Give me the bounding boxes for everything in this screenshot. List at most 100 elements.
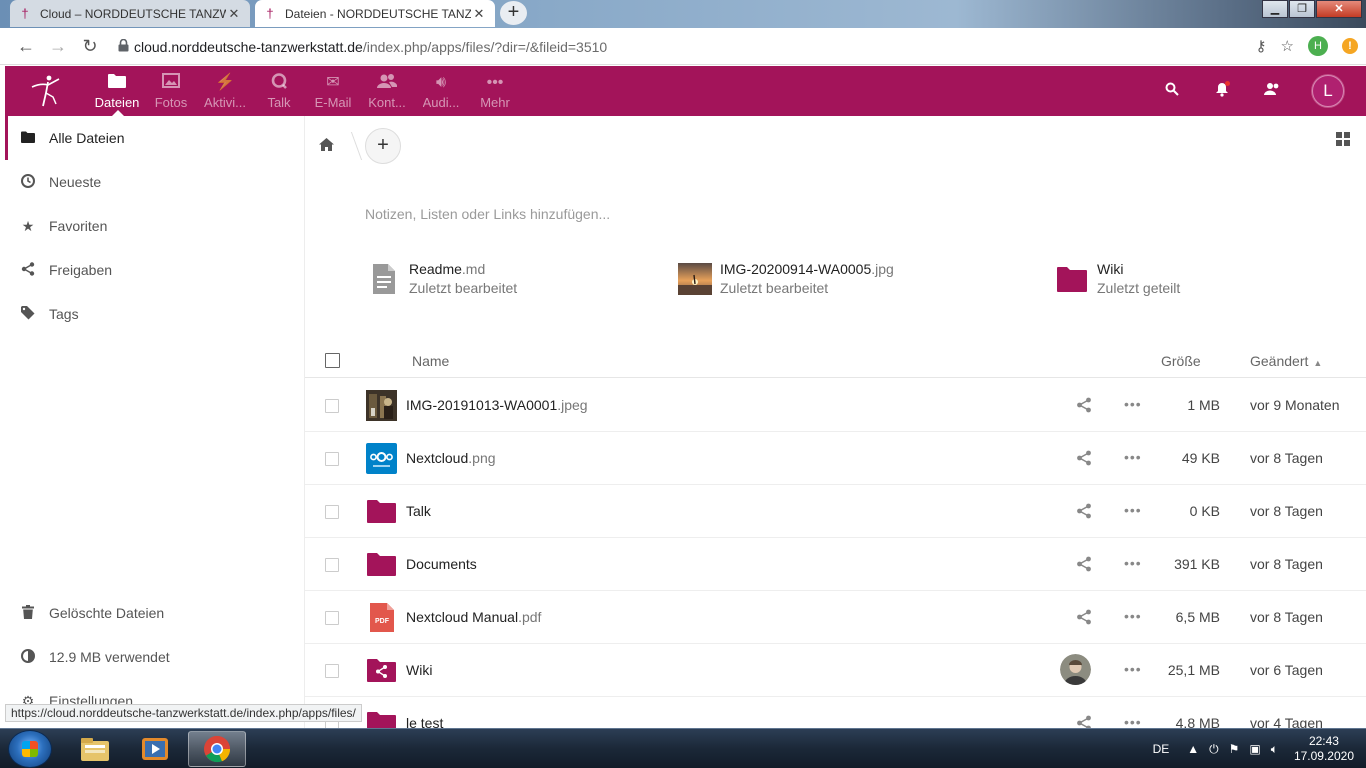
app-label: E-Mail — [314, 94, 352, 110]
row-checkbox[interactable] — [325, 399, 339, 413]
start-button[interactable] — [8, 730, 52, 768]
share-icon[interactable] — [1076, 609, 1092, 625]
new-tab-button[interactable]: + — [500, 1, 527, 25]
user-avatar[interactable]: L — [1312, 75, 1344, 107]
grid-view-toggle-icon[interactable] — [1336, 132, 1350, 146]
tag-icon — [19, 305, 37, 323]
taskbar-explorer[interactable] — [66, 731, 124, 767]
column-modified[interactable]: Geändert ▲ — [1250, 353, 1322, 369]
row-checkbox[interactable] — [325, 611, 339, 625]
system-clock[interactable]: 22:43 17.09.2020 — [1294, 734, 1354, 764]
app-navigation: Dateien Fotos ⚡ Aktivi... Talk ✉ E-Mail — [90, 66, 522, 116]
row-checkbox[interactable] — [325, 452, 339, 466]
close-tab-icon[interactable]: ✕ — [226, 6, 242, 22]
notifications-bell-icon[interactable] — [1212, 80, 1232, 101]
new-file-button[interactable]: + — [365, 128, 401, 164]
share-icon[interactable] — [1076, 450, 1092, 466]
file-explorer-icon — [81, 738, 109, 761]
close-window-button[interactable]: ✕ — [1316, 0, 1362, 18]
app-dateien[interactable]: Dateien — [90, 66, 144, 116]
close-tab-icon[interactable]: ✕ — [471, 6, 487, 22]
app-aktivitaet[interactable]: ⚡ Aktivi... — [198, 66, 252, 116]
language-indicator[interactable]: DE — [1153, 742, 1170, 756]
app-label: Dateien — [94, 94, 140, 110]
rich-workspace-placeholder[interactable]: Notizen, Listen oder Links hinzufügen... — [365, 206, 610, 222]
shared-by-avatar[interactable] — [1060, 654, 1091, 685]
update-alert-icon[interactable]: ! — [1342, 38, 1358, 54]
file-name: Nextcloud — [406, 450, 469, 466]
home-icon[interactable] — [319, 137, 335, 155]
action-center-flag-icon[interactable]: ⚑ — [1229, 742, 1240, 757]
sidebar-item-neueste[interactable]: Neueste — [5, 160, 304, 204]
share-icon[interactable] — [1076, 715, 1092, 728]
table-row[interactable]: PDF Nextcloud Manual.pdf ••• 6,5 MB vor … — [305, 591, 1366, 644]
share-icon[interactable] — [1076, 397, 1092, 413]
show-hidden-icons-chevron-icon[interactable]: ▲ — [1187, 742, 1199, 757]
file-ext: .jpeg — [557, 397, 588, 413]
key-icon[interactable]: ⚷ — [1256, 37, 1267, 55]
browser-toolbar: ← → ↻ cloud.norddeutsche-tanzwerkstatt.d… — [0, 28, 1366, 65]
contacts-menu-icon[interactable] — [1262, 82, 1282, 100]
table-row[interactable]: Nextcloud.png ••• 49 KB vor 8 Tagen — [305, 432, 1366, 485]
browser-tab-dateien[interactable]: † Dateien - NORDDEUTSCHE TANZ ✕ — [255, 0, 495, 27]
file-size: 6,5 MB — [1175, 609, 1220, 625]
address-bar[interactable]: cloud.norddeutsche-tanzwerkstatt.de/inde… — [112, 32, 1302, 61]
power-tray-icon[interactable]: ⏻ — [1209, 742, 1219, 757]
share-icon[interactable] — [1076, 503, 1092, 519]
recent-item[interactable]: Readme.md Zuletzt bearbeitet — [367, 261, 517, 296]
file-size: 4,8 MB — [1175, 715, 1220, 728]
table-row[interactable]: Talk ••• 0 KB vor 8 Tagen — [305, 485, 1366, 538]
sunset-image-thumbnail — [678, 262, 712, 295]
row-checkbox[interactable] — [325, 558, 339, 572]
back-arrow-icon[interactable]: ← — [10, 36, 42, 57]
text-file-icon — [373, 263, 395, 294]
network-icon[interactable]: ▣ — [1249, 742, 1260, 757]
column-modified-label: Geändert — [1250, 353, 1309, 369]
app-label: Mehr — [480, 94, 510, 110]
maximize-button[interactable]: ❐ — [1289, 0, 1315, 18]
volume-icon[interactable]: 🔈︎ — [1271, 742, 1278, 757]
column-name[interactable]: Name — [412, 353, 449, 369]
app-fotos[interactable]: Fotos — [144, 66, 198, 116]
profile-extension-icon[interactable]: H — [1308, 36, 1328, 56]
recent-item[interactable]: Wiki Zuletzt geteilt — [1055, 261, 1180, 296]
folder-icon — [367, 553, 396, 576]
app-mehr[interactable]: ••• Mehr — [468, 66, 522, 116]
table-row[interactable]: Wiki ••• 25,1 MB vor 6 Tagen — [305, 644, 1366, 697]
table-row[interactable]: IMG-20191013-WA0001.jpeg ••• 1 MB vor 9 … — [305, 379, 1366, 432]
sidebar-item-label: Favoriten — [49, 218, 108, 234]
app-email[interactable]: ✉ E-Mail — [306, 66, 360, 116]
select-all-checkbox[interactable] — [325, 353, 340, 368]
table-row[interactable]: le test ••• 4,8 MB vor 4 Tagen — [305, 697, 1366, 728]
sidebar-item-quota[interactable]: 12.9 MB verwendet — [5, 635, 305, 679]
share-icon[interactable] — [1076, 556, 1092, 572]
taskbar-media-player[interactable] — [126, 731, 184, 767]
app-kontakte[interactable]: Kont... — [360, 66, 414, 116]
dancer-logo-icon[interactable] — [29, 73, 65, 109]
sidebar-item-geloeschte-dateien[interactable]: Gelöschte Dateien — [5, 591, 305, 635]
file-modified: vor 8 Tagen — [1250, 609, 1323, 625]
row-checkbox[interactable] — [325, 505, 339, 519]
app-talk[interactable]: Talk — [252, 66, 306, 116]
search-icon[interactable] — [1162, 82, 1182, 100]
taskbar-chrome[interactable] — [188, 731, 246, 767]
minimize-button[interactable]: ▁ — [1262, 0, 1288, 18]
sidebar-item-freigaben[interactable]: Freigaben — [5, 248, 304, 292]
recent-reason: Zuletzt bearbeitet — [720, 280, 829, 296]
forward-arrow-icon[interactable]: → — [42, 36, 74, 57]
app-audio[interactable]: 🔊︎ Audi... — [414, 66, 468, 116]
app-label: Fotos — [154, 94, 188, 110]
table-row[interactable]: Documents ••• 391 KB vor 8 Tagen — [305, 538, 1366, 591]
bookmark-star-icon[interactable]: ☆ — [1281, 37, 1294, 55]
sidebar-item-alle-dateien[interactable]: Alle Dateien — [5, 116, 304, 160]
file-size: 0 KB — [1189, 503, 1220, 519]
reload-icon[interactable]: ↻ — [74, 36, 106, 57]
column-size[interactable]: Größe — [1161, 353, 1201, 369]
sidebar-item-tags[interactable]: Tags — [5, 292, 304, 336]
app-label: Aktivi... — [204, 94, 246, 110]
breadcrumb-separator — [337, 132, 363, 160]
sidebar-item-favoriten[interactable]: ★ Favoriten — [5, 204, 304, 248]
recent-item[interactable]: IMG-20200914-WA0005.jpg Zuletzt bearbeit… — [678, 261, 894, 296]
row-checkbox[interactable] — [325, 664, 339, 678]
browser-tab-cloud[interactable]: † Cloud – NORDDEUTSCHE TANZW ✕ — [10, 0, 250, 27]
